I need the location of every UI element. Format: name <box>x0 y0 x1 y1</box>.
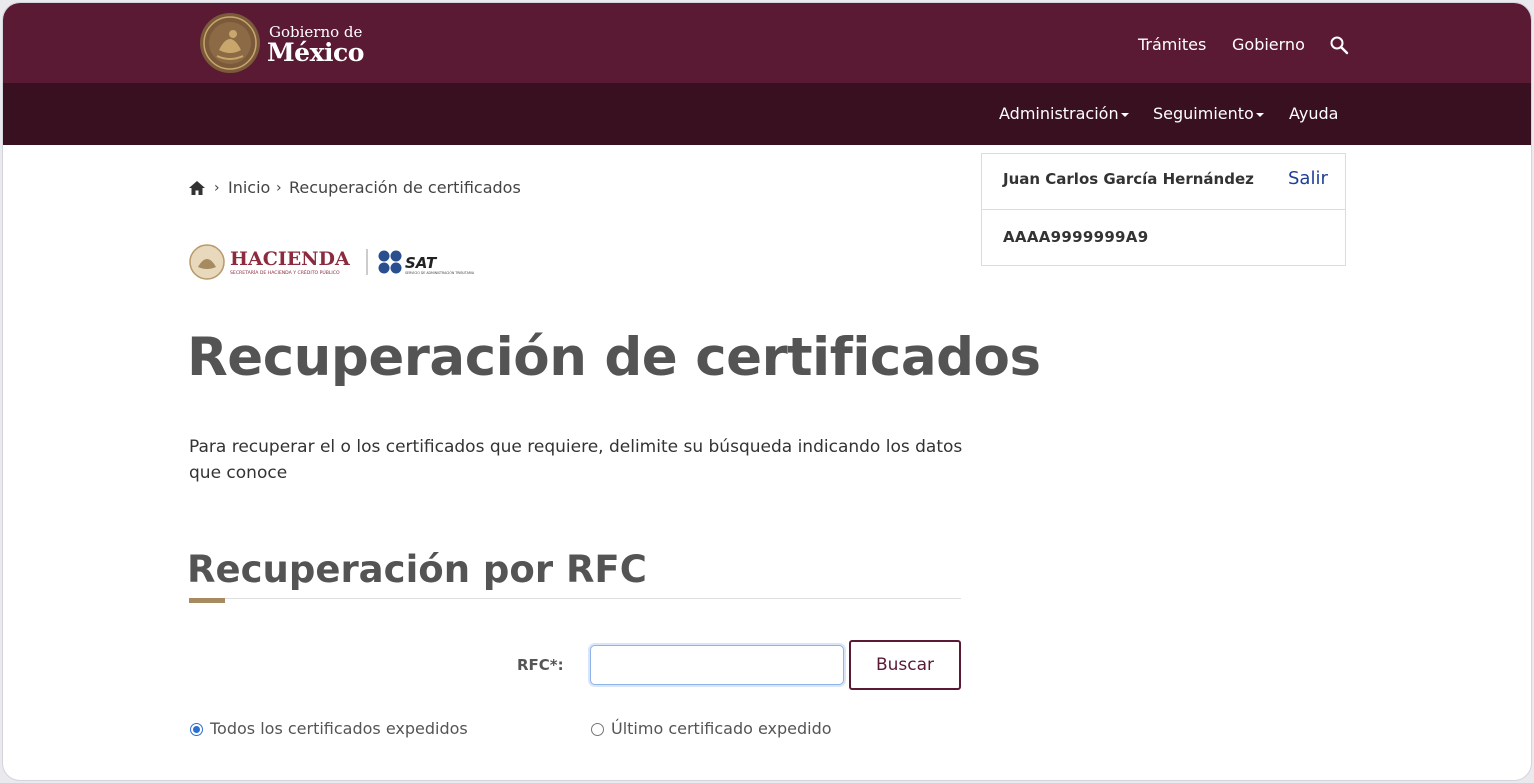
gov-line-2: México <box>267 38 364 67</box>
subnav-label: Ayuda <box>1289 104 1339 123</box>
radio-unchecked-icon[interactable] <box>591 722 604 736</box>
national-seal-icon <box>200 13 260 73</box>
subnav-seguimiento[interactable]: Seguimiento <box>1153 104 1264 124</box>
section-accent-bar <box>189 598 225 603</box>
radio-checked-icon[interactable] <box>190 722 203 736</box>
caret-down-icon <box>1120 112 1129 117</box>
intro-text: Para recuperar el o los certificados que… <box>189 437 963 483</box>
subnav-ayuda[interactable]: Ayuda <box>1289 104 1338 124</box>
radio-all-certificates[interactable]: Todos los certificados expedidos <box>190 719 468 739</box>
caret-down-icon <box>1255 112 1264 117</box>
gobierno-de-mexico-logo[interactable]: Gobierno de México <box>199 12 369 74</box>
user-name: Juan Carlos García Hernández <box>1003 170 1254 188</box>
rfc-label: RFC*: <box>517 656 564 674</box>
gov-header: Gobierno de México Trámites Gobierno <box>3 3 1531 83</box>
breadcrumb-inicio[interactable]: Inicio <box>228 178 270 198</box>
nav-tramites[interactable]: Trámites <box>1138 35 1206 55</box>
logout-link[interactable]: Salir <box>1288 168 1328 190</box>
browser-frame: Gobierno de México Trámites Gobierno Adm… <box>2 2 1532 781</box>
home-icon[interactable] <box>188 179 206 197</box>
search-button[interactable]: Buscar <box>849 640 961 690</box>
nav-gobierno[interactable]: Gobierno <box>1232 35 1305 55</box>
breadcrumb-current: Recuperación de certificados <box>289 178 521 197</box>
chevron-right-icon: › <box>276 180 282 196</box>
hacienda-sat-logo: HACIENDA SECRETARÍA DE HACIENDA Y CRÉDIT… <box>189 244 475 280</box>
subnav-label: Administración <box>999 104 1119 123</box>
rfc-input[interactable] <box>590 645 844 685</box>
user-panel-divider <box>982 209 1345 210</box>
sat-wordmark: SAT <box>405 254 438 272</box>
radio-label: Último certificado expedido <box>611 719 832 738</box>
user-panel: Juan Carlos García Hernández Salir AAAA9… <box>981 153 1346 266</box>
sat-subnav: Administración Seguimiento Ayuda <box>3 83 1531 145</box>
section-title: Recuperación por RFC <box>187 548 647 591</box>
radio-last-certificate[interactable]: Último certificado expedido <box>591 719 832 739</box>
chevron-right-icon: › <box>214 180 220 196</box>
subnav-label: Seguimiento <box>1153 104 1254 123</box>
page-title: Recuperación de certificados <box>187 327 1041 388</box>
subnav-administracion[interactable]: Administración <box>999 104 1129 124</box>
hacienda-wordmark: HACIENDA <box>230 248 350 270</box>
section-divider <box>189 598 961 599</box>
search-icon[interactable] <box>1329 35 1349 55</box>
sat-subtitle: SERVICIO DE ADMINISTRACIÓN TRIBUTARIA <box>405 270 475 275</box>
radio-label: Todos los certificados expedidos <box>210 719 468 738</box>
user-rfc: AAAA9999999A9 <box>1003 228 1149 246</box>
